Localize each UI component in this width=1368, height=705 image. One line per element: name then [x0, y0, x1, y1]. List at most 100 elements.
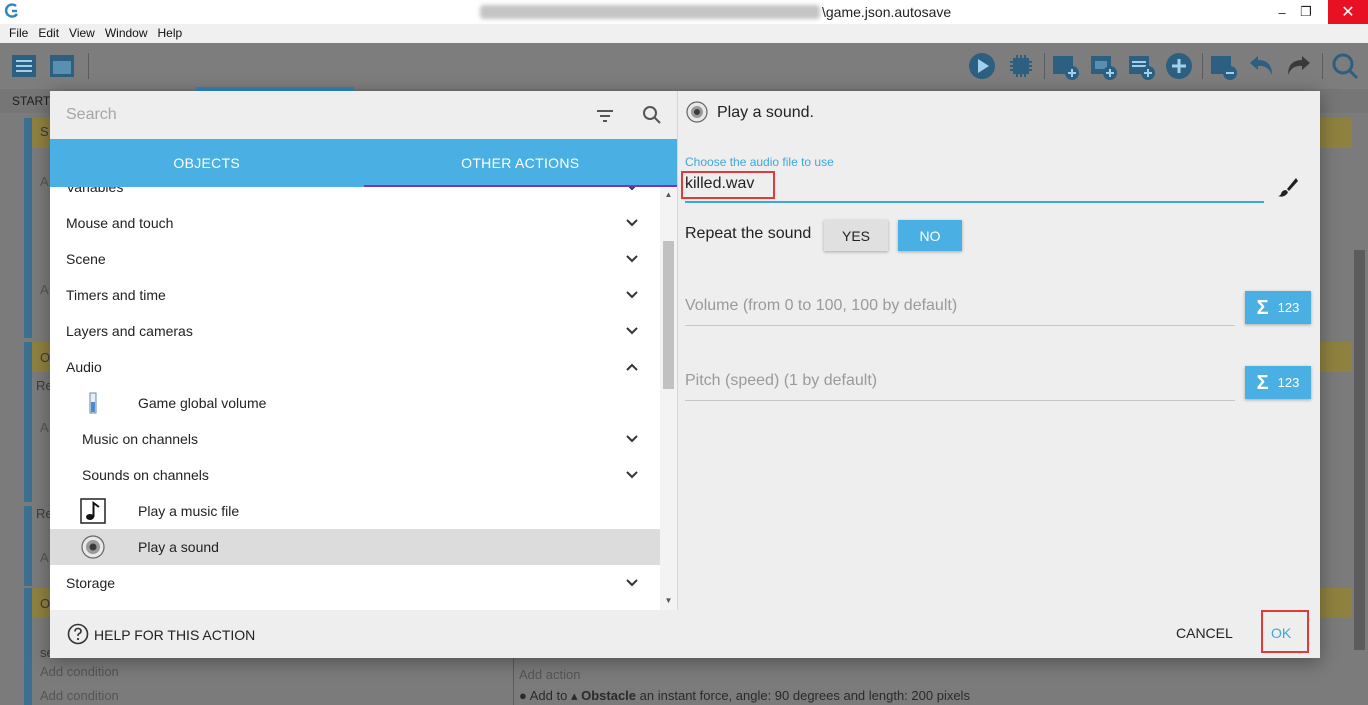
gdevelop-logo-icon — [4, 3, 18, 18]
speaker-icon — [686, 101, 708, 123]
menu-edit[interactable]: Edit — [33, 24, 64, 43]
music-note-icon — [80, 498, 106, 524]
event-fragment: A — [40, 174, 49, 189]
scroll-down-arrow-icon[interactable]: ▼ — [663, 597, 674, 605]
list-group-mouse-and-touch[interactable]: Mouse and touch — [50, 205, 660, 241]
pitch-underline — [685, 400, 1235, 401]
object-icon: ▴ — [570, 688, 582, 703]
redo-icon[interactable] — [1284, 51, 1314, 81]
chevron-down-icon — [626, 435, 638, 443]
add-condition-link[interactable]: Add condition — [40, 664, 119, 679]
list-item-label: Sounds on channels — [82, 467, 209, 483]
toolbar-separator — [88, 53, 89, 79]
add-other-icon[interactable] — [1164, 51, 1194, 81]
list-scrollbar-thumb[interactable] — [663, 241, 674, 389]
menu-bar: File Edit View Window Help — [0, 24, 1368, 43]
add-comment-icon[interactable] — [1126, 51, 1156, 81]
chevron-up-icon — [626, 363, 638, 371]
list-group-storage[interactable]: Storage — [50, 565, 660, 601]
close-window-button[interactable]: ✕ — [1328, 0, 1368, 24]
tab-other-actions[interactable]: Other actions — [363, 139, 678, 187]
event-stripe — [24, 506, 32, 586]
help-for-action-button[interactable]: Help for this action — [94, 627, 255, 643]
ok-button[interactable]: OK — [1271, 625, 1291, 641]
event-stripe — [24, 118, 32, 338]
list-item-label: Variables — [66, 187, 124, 195]
menu-window[interactable]: Window — [100, 24, 153, 43]
add-subevent-icon[interactable] — [1088, 51, 1118, 81]
audio-file-underline — [685, 201, 1264, 203]
volume-expression-button[interactable]: Σ 123 — [1245, 291, 1311, 324]
list-item-label: Scene — [66, 251, 106, 267]
add-action-link[interactable]: Add action — [519, 667, 580, 682]
list-action-play-a-music-file[interactable]: Play a music file — [50, 493, 660, 529]
help-circle-icon[interactable] — [67, 623, 89, 645]
event-header — [1320, 118, 1352, 148]
search-icon[interactable] — [640, 103, 664, 127]
instruction-editor-dialog: Objects Other actions Variables Mouse an… — [50, 91, 1320, 658]
restore-button[interactable]: ❐ — [1292, 0, 1320, 24]
instruction-selector-pane: Objects Other actions Variables Mouse an… — [50, 91, 677, 610]
list-group-audio[interactable]: Audio — [50, 349, 660, 385]
force-icon: ● — [519, 688, 530, 703]
tab-objects[interactable]: Objects — [50, 139, 364, 187]
list-action-game-global-volume[interactable]: Game global volume — [50, 385, 660, 421]
instruction-parameters-pane: Play a sound. Choose the audio file to u… — [678, 91, 1320, 610]
add-event-icon[interactable] — [1050, 51, 1080, 81]
list-group-layers-and-cameras[interactable]: Layers and cameras — [50, 313, 660, 349]
tab-start[interactable]: START — [12, 94, 50, 108]
search-events-icon[interactable] — [1330, 51, 1360, 81]
volume-input[interactable]: Volume (from 0 to 100, 100 by default) — [685, 297, 957, 315]
speaker-icon — [81, 535, 105, 559]
list-subgroup-sounds-on-channels[interactable]: Sounds on channels — [50, 457, 660, 493]
undo-icon[interactable] — [1246, 51, 1276, 81]
cancel-button[interactable]: Cancel — [1176, 625, 1233, 641]
repeat-yes-button[interactable]: Yes — [824, 220, 888, 251]
menu-view[interactable]: View — [64, 24, 100, 43]
list-group-scene[interactable]: Scene — [50, 241, 660, 277]
pitch-input[interactable]: Pitch (speed) (1 by default) — [685, 372, 877, 390]
window-title: \game.json.autosave — [822, 4, 952, 20]
event-fragment: A — [40, 550, 49, 565]
scene-editor-icon[interactable] — [47, 51, 77, 81]
list-item-label: Timers and time — [66, 287, 166, 303]
event-fragment: A — [40, 282, 49, 297]
action-prefix: Add to — [529, 688, 568, 703]
pitch-expression-button[interactable]: Σ 123 — [1245, 366, 1311, 399]
menu-file[interactable]: File — [4, 24, 33, 43]
list-item-label: Mouse and touch — [66, 215, 174, 231]
event-fragment: A — [40, 420, 49, 435]
volume-underline — [685, 325, 1235, 326]
delete-event-icon[interactable] — [1208, 51, 1238, 81]
event-action-row[interactable]: ● Add to ▴ Obstacle an instant force, an… — [519, 688, 970, 704]
events-scrollbar-thumb[interactable] — [1354, 250, 1365, 650]
list-item-label: Layers and cameras — [66, 323, 193, 339]
event-header — [1320, 588, 1352, 618]
audio-file-input[interactable]: killed.wav — [685, 175, 754, 193]
add-condition-link[interactable]: Add condition — [40, 688, 119, 703]
toolbar-separator — [1322, 53, 1323, 79]
brush-icon[interactable] — [1276, 175, 1300, 199]
chevron-down-icon — [626, 579, 638, 587]
search-bar — [50, 91, 677, 139]
project-manager-icon[interactable] — [9, 51, 39, 81]
list-subgroup-music-on-channels[interactable]: Music on channels — [50, 421, 660, 457]
menu-help[interactable]: Help — [153, 24, 188, 43]
list-item-label: Music on channels — [82, 431, 198, 447]
list-action-play-a-sound[interactable]: Play a sound — [50, 529, 660, 565]
list-group-timers-and-time[interactable]: Timers and time — [50, 277, 660, 313]
instruction-list: Variables Mouse and touch Scene Timers a… — [50, 187, 660, 610]
preview-play-icon[interactable] — [967, 51, 997, 81]
action-object: Obstacle — [581, 688, 637, 703]
list-item-label: Play a sound — [138, 539, 219, 555]
filter-icon[interactable] — [594, 105, 616, 127]
scroll-up-arrow-icon[interactable]: ▲ — [663, 191, 674, 199]
debugger-chip-icon[interactable] — [1006, 51, 1036, 81]
search-input[interactable] — [66, 103, 566, 127]
event-stripe — [24, 342, 32, 502]
expression-button-label: 123 — [1277, 300, 1300, 315]
event-header — [1320, 342, 1352, 372]
event-fragment: S — [40, 124, 49, 139]
list-group-variables[interactable]: Variables — [50, 187, 660, 205]
repeat-no-button[interactable]: No — [898, 220, 962, 251]
